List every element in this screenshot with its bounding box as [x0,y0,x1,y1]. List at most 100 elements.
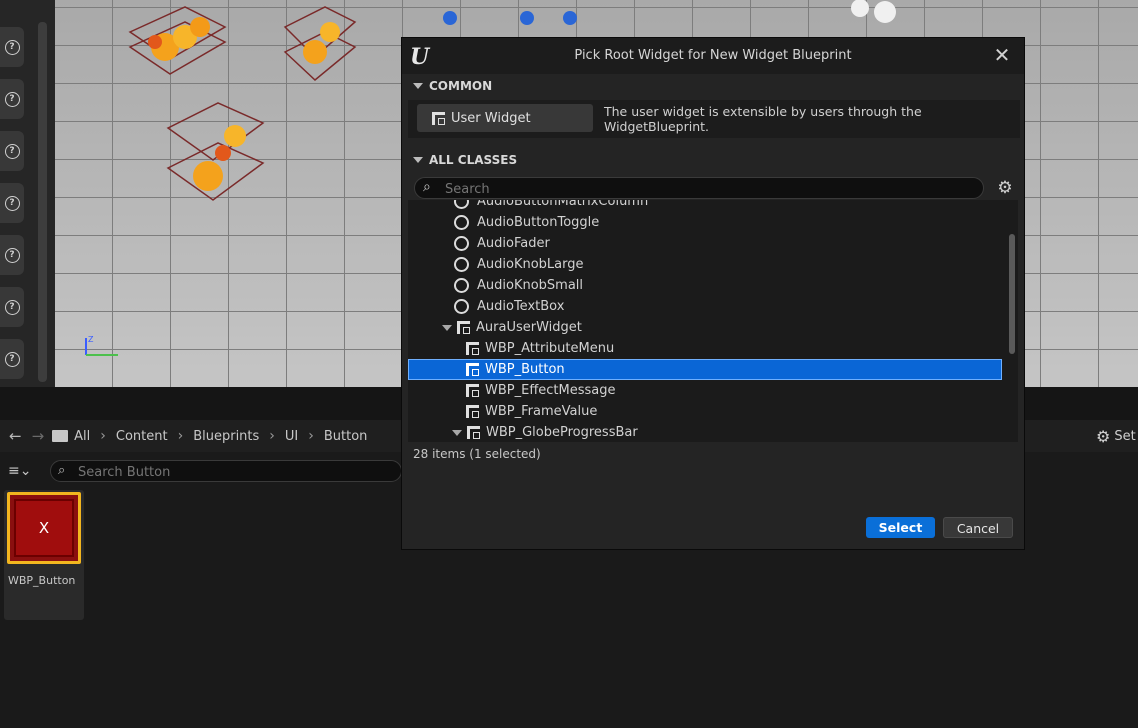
settings-label: Set [1114,429,1136,444]
item-count: 28 items (1 selected) [413,447,541,461]
filter-icon[interactable]: ≡⌄ [8,463,31,479]
forward-icon[interactable]: → [32,427,45,445]
axis-gizmo: Z [85,335,118,356]
user-widget-label: User Widget [451,110,531,126]
search-icon: ⌕ [58,463,66,478]
list-item-label: WBP_EffectMessage [485,383,616,398]
collapse-arrow-icon [413,83,423,89]
gear-icon: ⚙ [1096,427,1111,446]
user-widget-icon [467,426,480,439]
list-item-label: AudioFader [477,236,550,251]
asset-search-input[interactable] [76,463,380,481]
chevron-right-icon: › [308,428,314,444]
viewport-left-toolbar: ? ? ? ? ? ? ? [0,0,55,387]
class-search-field[interactable]: ⌕ [414,177,984,199]
breadcrumb-item[interactable]: Button [324,429,368,444]
class-icon [454,200,469,209]
close-icon[interactable]: ✕ [992,44,1012,66]
list-item[interactable]: AuraUserWidget [408,317,1018,338]
axis-label: Z [88,335,94,344]
common-section: User Widget The user widget is extensibl… [408,100,1020,138]
list-item-label: AudioButtonMatrixColumn [477,200,649,209]
chevron-right-icon: › [177,428,184,444]
toolbar-scrollbar[interactable] [38,22,47,382]
gear-icon[interactable]: ⚙ [994,177,1016,199]
user-widget-icon [466,405,479,418]
breadcrumb-item[interactable]: UI [285,429,298,444]
pick-root-widget-dialog: U Pick Root Widget for New Widget Bluepr… [401,37,1025,550]
user-widget-button[interactable]: User Widget [417,104,593,132]
list-item-label: AudioKnobSmall [477,278,584,293]
class-icon [454,236,469,251]
list-item[interactable]: WBP_AttributeMenu [408,338,1018,359]
common-section-header[interactable]: COMMON [410,76,492,96]
chevron-right-icon: › [100,428,106,444]
help-icon[interactable]: ? [0,79,24,119]
fire-effect [128,6,227,75]
breadcrumb-item[interactable]: All [74,429,90,444]
list-item-label: AudioTextBox [477,299,565,314]
all-classes-section-header[interactable]: ALL CLASSES [410,150,517,170]
class-search-input[interactable] [443,180,967,198]
user-widget-icon [466,384,479,397]
breadcrumb-item[interactable]: Content [116,429,168,444]
help-icon[interactable]: ? [0,131,24,171]
chevron-right-icon: › [269,428,275,444]
help-icon[interactable]: ? [0,235,24,275]
cancel-button[interactable]: Cancel [943,517,1013,538]
dialog-title-bar[interactable]: U Pick Root Widget for New Widget Bluepr… [402,38,1024,74]
help-icon[interactable]: ? [0,287,24,327]
help-icon[interactable]: ? [0,339,24,379]
asset-name: WBP_Button [8,574,76,587]
gizmo-icon [851,0,896,23]
select-button[interactable]: Select [866,517,935,538]
asset-search-field[interactable]: ⌕ [50,460,402,482]
list-item[interactable]: AudioButtonMatrixColumn [408,200,1018,212]
list-item-label: AudioKnobLarge [477,257,584,272]
user-widget-icon [466,363,479,376]
list-item-label: WBP_GlobeProgressBar [486,425,638,440]
content-browser-settings[interactable]: ⚙ Set [1096,427,1136,446]
breadcrumb-item[interactable]: Blueprints [193,429,259,444]
list-item-selected[interactable]: WBP_Button [408,359,1002,380]
class-tree-list[interactable]: AudioButtonMatrixColumn AudioButtonToggl… [408,200,1018,442]
list-item-label: AudioButtonToggle [477,215,600,230]
folder-icon[interactable] [52,430,69,442]
collapse-arrow-icon [413,157,423,163]
scene-props [443,11,577,25]
help-icon[interactable]: ? [0,183,24,223]
asset-tile[interactable]: X WBP_Button [4,490,84,620]
class-icon [454,299,469,314]
user-widget-description: The user widget is extensible by users t… [604,104,922,134]
expand-arrow-icon[interactable] [452,429,462,436]
section-label: COMMON [429,79,493,93]
back-icon[interactable]: ← [9,427,22,445]
class-icon [454,278,469,293]
list-item[interactable]: AudioKnobSmall [408,275,1018,296]
expand-arrow-icon[interactable] [442,324,452,331]
dialog-title: Pick Root Widget for New Widget Blueprin… [574,48,852,63]
list-item-label: WBP_AttributeMenu [485,341,615,356]
asset-thumb-glyph: X [14,499,74,557]
fire-effect [166,102,265,201]
list-scrollbar[interactable] [1009,234,1015,354]
list-item[interactable]: AudioKnobLarge [408,254,1018,275]
user-widget-icon [432,111,445,125]
asset-thumbnail: X [7,492,81,564]
list-item[interactable]: AudioFader [408,233,1018,254]
search-icon: ⌕ [423,179,431,195]
list-item[interactable]: AudioButtonToggle [408,212,1018,233]
list-item[interactable]: WBP_FrameValue [408,401,1018,422]
user-widget-icon [466,342,479,355]
class-icon [454,215,469,230]
fire-effect [283,6,357,81]
section-label: ALL CLASSES [429,153,518,167]
list-item[interactable]: WBP_GlobeProgressBar [408,422,1018,442]
list-item[interactable]: AudioTextBox [408,296,1018,317]
list-item-label: WBP_Button [485,362,565,377]
list-item-label: WBP_FrameValue [485,404,598,419]
user-widget-icon [457,321,470,334]
help-icon[interactable]: ? [0,27,24,67]
list-item[interactable]: WBP_EffectMessage [408,380,1018,401]
class-icon [454,257,469,272]
